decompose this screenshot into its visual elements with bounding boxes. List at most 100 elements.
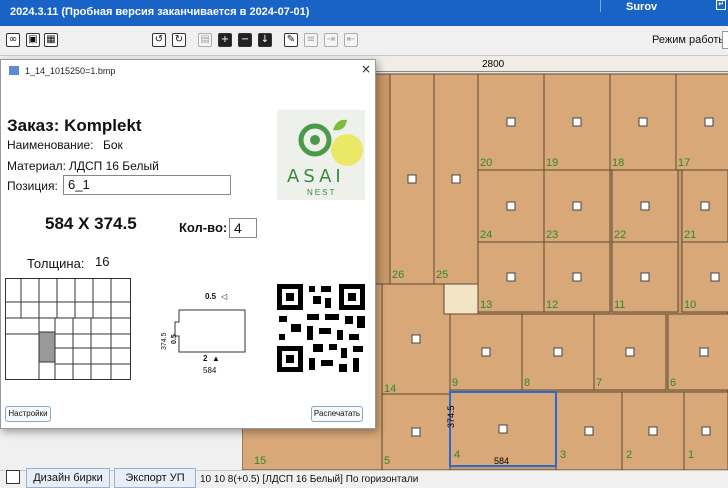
label-preview-dialog: 1_14_1015250=1.bmp × Заказ: Komplekt Наи… bbox=[0, 59, 376, 429]
work-mode-label: Режим работы : bbox=[652, 34, 728, 46]
part-number: 6 bbox=[670, 377, 676, 389]
sheet-thumbnail bbox=[5, 278, 131, 380]
part-marker-icon bbox=[572, 272, 582, 282]
logo-subtext: NEST bbox=[307, 188, 337, 197]
part-number: 4 bbox=[454, 449, 460, 461]
dimension-horizontal: 584 bbox=[494, 456, 509, 466]
edge-bottom-label: 2 bbox=[203, 354, 208, 363]
edge-top-label: 0.5 bbox=[205, 292, 217, 301]
part-number: 12 bbox=[546, 299, 558, 311]
export-icon[interactable]: ⇥ bbox=[324, 33, 338, 47]
part-marker-icon bbox=[700, 201, 710, 211]
app-titlebar: 2024.3.11 (Пробная версия заканчивается … bbox=[0, 0, 728, 26]
name-label: Наименование: bbox=[7, 138, 94, 152]
label-canvas: Заказ: Komplekt Наименование: Бок Матери… bbox=[1, 96, 375, 396]
part-size: 584 X 374.5 bbox=[45, 214, 137, 233]
edge-top-marker: ◁ bbox=[221, 292, 228, 301]
dialog-titlebar: 1_14_1015250=1.bmp × bbox=[1, 60, 375, 82]
logo-text: ASAI bbox=[287, 166, 345, 187]
part-number: 5 bbox=[384, 455, 390, 467]
material-label: Материал: bbox=[7, 159, 66, 173]
part-number: 1 bbox=[688, 449, 694, 461]
part-marker-icon bbox=[451, 174, 461, 184]
edge-side-label: 374.5 bbox=[161, 332, 168, 350]
thickness-value: 16 bbox=[95, 254, 110, 269]
print-button[interactable]: Распечатать bbox=[311, 406, 363, 422]
part-marker-icon bbox=[553, 347, 563, 357]
dialog-filename: 1_14_1015250=1.bmp bbox=[25, 66, 116, 76]
part-marker-icon bbox=[638, 117, 648, 127]
part-marker-icon bbox=[481, 347, 491, 357]
panel[interactable] bbox=[675, 73, 728, 171]
part-marker-icon bbox=[704, 117, 714, 127]
qty-field[interactable]: 4 bbox=[229, 218, 257, 238]
part-number: 3 bbox=[560, 449, 566, 461]
part-number: 22 bbox=[614, 229, 626, 241]
part-marker-icon bbox=[640, 272, 650, 282]
part-number: 9 bbox=[452, 377, 458, 389]
export-nc-button[interactable]: Экспорт УП bbox=[114, 468, 196, 488]
part-number: 11 bbox=[614, 299, 625, 311]
rotate-left-icon[interactable]: ↺ bbox=[152, 33, 166, 47]
order-label: Заказ: Komplekt bbox=[7, 116, 142, 135]
part-number: 21 bbox=[684, 229, 696, 241]
qr-code bbox=[277, 284, 365, 372]
import-icon[interactable]: ⇤ bbox=[344, 33, 358, 47]
part-marker-icon bbox=[701, 426, 711, 436]
edge-diagram bbox=[174, 309, 246, 353]
dimension-vertical: 374.5 bbox=[446, 405, 456, 428]
part-marker-icon bbox=[572, 117, 582, 127]
rotate-right-icon[interactable]: ↻ bbox=[172, 33, 186, 47]
close-icon[interactable]: × bbox=[361, 62, 371, 76]
part-marker-icon bbox=[411, 427, 421, 437]
panel[interactable] bbox=[667, 313, 728, 391]
user-name[interactable]: Surov bbox=[626, 1, 657, 13]
part-number: 8 bbox=[524, 377, 530, 389]
settings-button[interactable]: Настройки bbox=[5, 406, 51, 422]
part-number: 18 bbox=[612, 157, 624, 169]
part-number: 13 bbox=[480, 299, 492, 311]
app-title: 2024.3.11 (Пробная версия заканчивается … bbox=[10, 6, 310, 18]
thickness-label: Толщина: bbox=[27, 256, 85, 271]
part-number: 24 bbox=[480, 229, 492, 241]
brush-icon[interactable]: ✎ bbox=[284, 33, 298, 47]
part-number: 26 bbox=[392, 269, 404, 281]
work-mode-select[interactable] bbox=[722, 31, 728, 49]
part-number: 7 bbox=[596, 377, 602, 389]
save-icon[interactable]: ▤ bbox=[198, 33, 212, 47]
part-marker-icon bbox=[572, 201, 582, 211]
part-number: 17 bbox=[678, 157, 690, 169]
part-marker-icon bbox=[648, 426, 658, 436]
part-number: 23 bbox=[546, 229, 558, 241]
material-value: ЛДСП 16 Белый bbox=[69, 159, 159, 173]
brand-logo: ASAI NEST bbox=[277, 110, 365, 200]
layers-icon[interactable]: ≡ bbox=[304, 33, 318, 47]
part-marker-icon bbox=[411, 334, 421, 344]
part-marker-icon bbox=[640, 201, 650, 211]
part-marker-icon bbox=[407, 174, 417, 184]
grid-icon[interactable]: ▦ bbox=[44, 33, 58, 47]
part-marker-icon bbox=[506, 201, 516, 211]
part-marker-icon bbox=[699, 347, 709, 357]
label-design-button[interactable]: Дизайн бирки bbox=[26, 468, 110, 488]
link-icon[interactable]: ∞ bbox=[6, 33, 20, 47]
part-marker-icon bbox=[506, 117, 516, 127]
name-value: Бок bbox=[103, 138, 123, 152]
titlebar-divider bbox=[600, 0, 601, 12]
image-icon[interactable]: ▣ bbox=[26, 33, 40, 47]
part-marker-icon bbox=[498, 424, 508, 434]
printer-icon[interactable] bbox=[6, 470, 20, 484]
offcut bbox=[443, 283, 479, 315]
edge-width-label: 584 bbox=[203, 366, 217, 375]
part-number: 15 bbox=[254, 455, 266, 467]
plus-icon[interactable]: + bbox=[218, 33, 232, 47]
exit-icon[interactable]: ↵ bbox=[716, 0, 726, 10]
part-marker-icon bbox=[625, 347, 635, 357]
part-marker-icon bbox=[584, 426, 594, 436]
position-field[interactable]: 6_1 bbox=[63, 175, 231, 195]
part-number: 20 bbox=[480, 157, 492, 169]
minus-icon[interactable]: − bbox=[238, 33, 252, 47]
part-number: 19 bbox=[546, 157, 558, 169]
download-icon[interactable]: ↓ bbox=[258, 33, 272, 47]
bitmap-icon bbox=[9, 66, 19, 75]
